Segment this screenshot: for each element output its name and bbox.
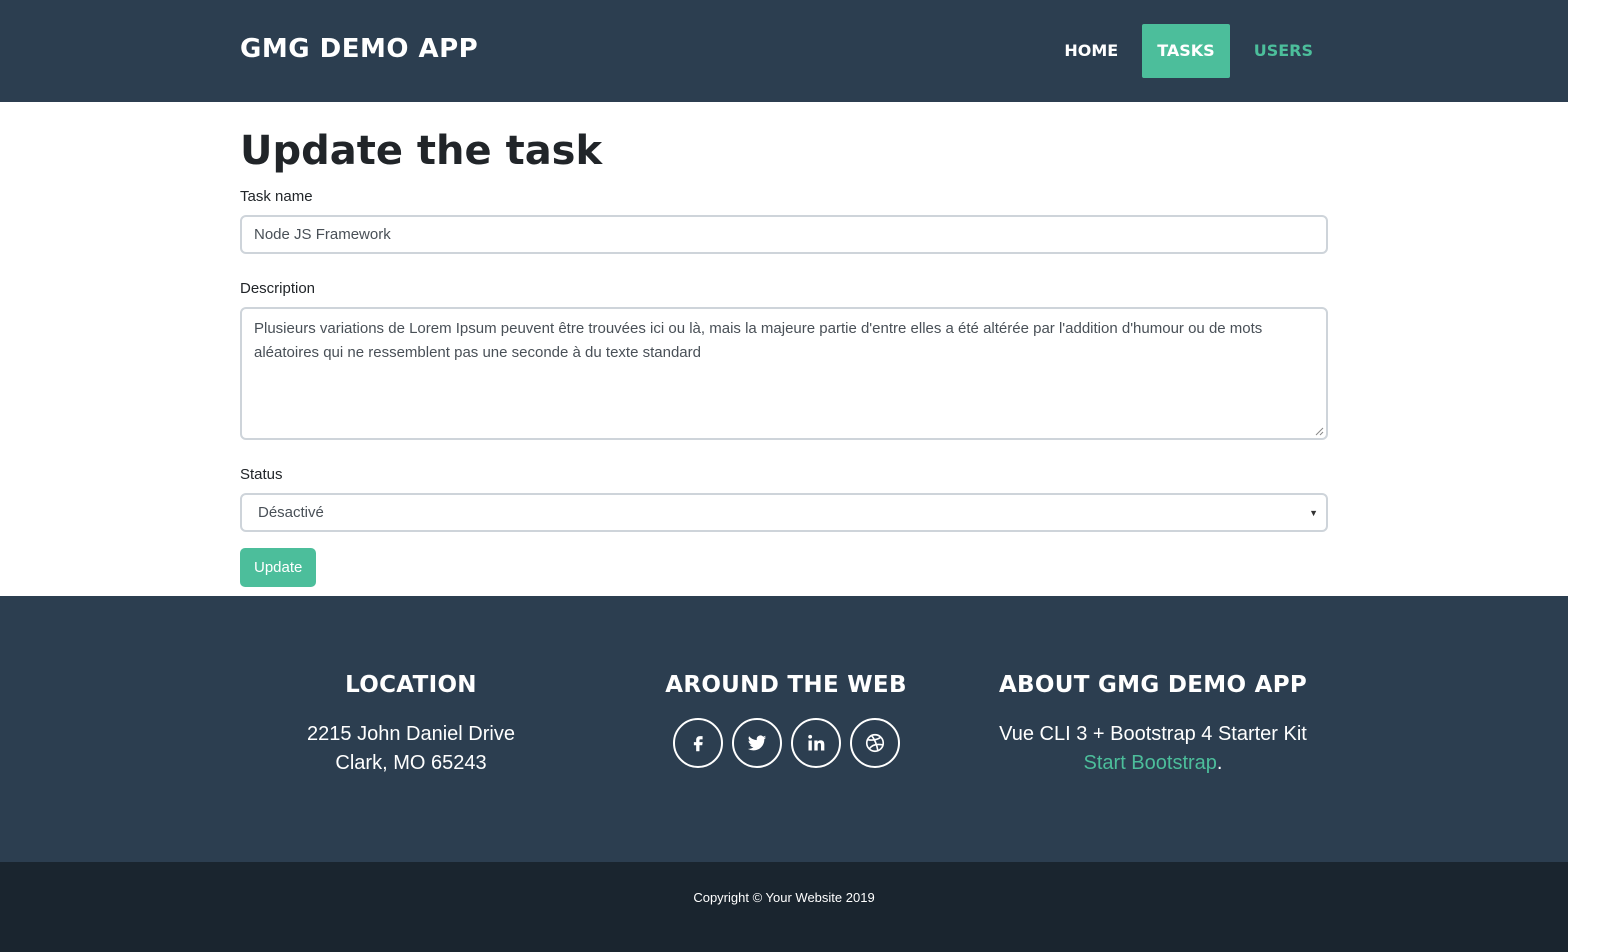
- page: GMG DEMO APP HOME TASKS USERS Update the…: [0, 0, 1568, 952]
- update-button[interactable]: Update: [240, 548, 317, 587]
- task-name-value: Node JS Framework: [254, 226, 391, 243]
- resize-grip-icon[interactable]: [1315, 427, 1324, 436]
- task-name-input[interactable]: Node JS Framework: [240, 215, 1328, 254]
- around-web-title: AROUND THE WEB: [665, 672, 907, 698]
- footer: LOCATION 2215 John Daniel Drive Clark, M…: [0, 596, 1568, 862]
- footer-about: ABOUT GMG DEMO APP Vue CLI 3 + Bootstrap…: [978, 672, 1328, 778]
- linkedin-icon: [807, 734, 824, 751]
- facebook-button[interactable]: [672, 718, 723, 768]
- nav-links: HOME TASKS USERS: [1040, 24, 1328, 78]
- about-suffix: .: [1216, 752, 1223, 774]
- navbar-inner: GMG DEMO APP HOME TASKS USERS: [240, 0, 1328, 102]
- about-title: ABOUT GMG DEMO APP: [998, 672, 1308, 698]
- status-label: Status: [240, 466, 283, 483]
- nav-tasks[interactable]: TASKS: [1142, 24, 1230, 78]
- footer-location: LOCATION 2215 John Daniel Drive Clark, M…: [271, 672, 551, 778]
- location-title: LOCATION: [345, 672, 477, 698]
- facebook-icon: [693, 736, 703, 752]
- description-value: Plusieurs variations de Lorem Ipsum peuv…: [254, 320, 1263, 361]
- task-name-label: Task name: [240, 188, 313, 205]
- main-content: Update the task Task name Node JS Framew…: [240, 102, 1328, 596]
- description-textarea[interactable]: Plusieurs variations de Lorem Ipsum peuv…: [240, 307, 1328, 440]
- footer-around-web: AROUND THE WEB: [636, 672, 936, 768]
- description-label: Description: [240, 280, 316, 297]
- address-line-2: Clark, MO 65243: [335, 752, 487, 774]
- nav-users[interactable]: USERS: [1239, 24, 1328, 78]
- linkedin-button[interactable]: [790, 718, 841, 768]
- about-link-line: Start Bootstrap.: [978, 749, 1328, 778]
- chevron-down-icon: ▼: [1309, 507, 1318, 518]
- navbar: GMG DEMO APP HOME TASKS USERS: [0, 0, 1568, 102]
- footer-inner: LOCATION 2215 John Daniel Drive Clark, M…: [240, 596, 1328, 862]
- dribbble-button[interactable]: [849, 718, 900, 768]
- brand-logo[interactable]: GMG DEMO APP: [240, 34, 478, 64]
- status-select[interactable]: Désactivé ▼: [240, 493, 1328, 532]
- about-text: Vue CLI 3 + Bootstrap 4 Starter Kit: [999, 723, 1307, 745]
- social-links: [636, 718, 936, 768]
- copyright-bar: Copyright © Your Website 2019: [0, 862, 1568, 952]
- twitter-button[interactable]: [731, 718, 782, 768]
- page-title: Update the task: [240, 128, 603, 174]
- start-bootstrap-link[interactable]: Start Bootstrap: [1084, 752, 1217, 774]
- nav-home[interactable]: HOME: [1049, 24, 1133, 78]
- status-value: Désactivé: [258, 504, 324, 521]
- dribbble-icon: [865, 733, 884, 753]
- twitter-icon: [747, 735, 766, 751]
- address-line-1: 2215 John Daniel Drive: [307, 723, 515, 745]
- copyright-text: Copyright © Your Website 2019: [693, 890, 875, 905]
- scrollbar[interactable]: [1568, 0, 1600, 952]
